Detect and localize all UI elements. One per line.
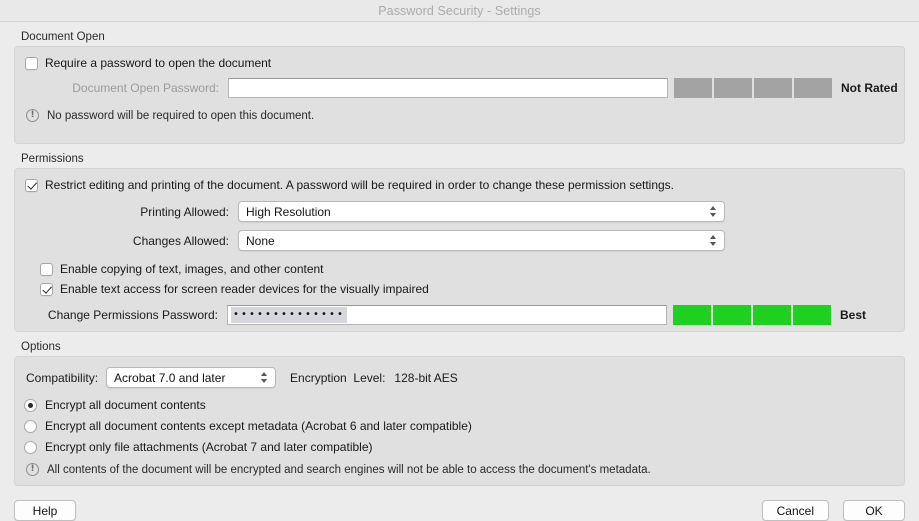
options-group-label: Options — [21, 341, 61, 353]
password-masked-value: •••••••••••••• — [231, 307, 347, 323]
strength-block — [794, 78, 832, 98]
document-open-strength-meter — [674, 78, 832, 98]
document-open-group: Require a password to open the document … — [14, 46, 905, 144]
printing-allowed-label: Printing Allowed: — [140, 204, 229, 219]
radio-encrypt-attachments-only-button[interactable] — [24, 440, 37, 454]
radio-encrypt-except-metadata-button[interactable] — [24, 419, 37, 433]
exclamation-circle-icon: ! — [26, 463, 39, 476]
printing-allowed-value: High Resolution — [246, 204, 331, 219]
restrict-editing-row[interactable]: Restrict editing and printing of the doc… — [15, 169, 904, 192]
permissions-group: Restrict editing and printing of the doc… — [14, 168, 905, 332]
document-open-warning-text: No password will be required to open thi… — [47, 109, 315, 122]
changes-allowed-label: Changes Allowed: — [132, 233, 229, 248]
strength-block — [674, 78, 712, 98]
document-open-password-label: Document Open Password: — [72, 81, 219, 95]
document-open-password-input[interactable] — [228, 78, 668, 98]
compatibility-label: Compatibility: — [26, 370, 99, 385]
changes-allowed-select[interactable]: None — [238, 230, 725, 251]
encryption-level-value: 128-bit AES — [394, 370, 458, 385]
footer-actions: Cancel OK — [761, 500, 905, 521]
strength-block — [714, 78, 752, 98]
screen-reader-label: Enable text access for screen reader dev… — [60, 282, 429, 296]
compatibility-value: Acrobat 7.0 and later — [114, 370, 226, 385]
change-permissions-password-row: Change Permissions Password: •••••••••••… — [15, 296, 904, 325]
compatibility-row: Compatibility: Acrobat 7.0 and later Enc… — [15, 357, 904, 388]
help-button[interactable]: Help — [14, 500, 76, 521]
enable-copying-row[interactable]: Enable copying of text, images, and othe… — [15, 251, 904, 276]
strength-block — [713, 305, 751, 325]
chevron-updown-icon[interactable] — [708, 204, 717, 219]
printing-allowed-row: Printing Allowed: High Resolution — [15, 192, 904, 222]
options-group: Compatibility: Acrobat 7.0 and later Enc… — [14, 356, 905, 486]
enable-copying-checkbox[interactable] — [40, 262, 53, 276]
strength-block — [754, 78, 792, 98]
radio-encrypt-attachments-only[interactable]: Encrypt only file attachments (Acrobat 7… — [15, 433, 904, 454]
document-open-password-row: Document Open Password: Not Rated — [15, 70, 904, 98]
strength-block — [753, 305, 791, 325]
encryption-level-label: Encryption Level: — [290, 370, 386, 385]
radio-encrypt-except-metadata-label: Encrypt all document contents except met… — [45, 419, 472, 433]
window-title: Password Security - Settings — [378, 3, 541, 18]
permissions-strength-label: Best — [840, 308, 867, 322]
window-title-bar: Password Security - Settings — [0, 0, 919, 22]
permissions-group-label: Permissions — [21, 153, 84, 165]
require-password-checkbox[interactable] — [25, 56, 38, 70]
password-security-settings-dialog: Document Open Require a password to open… — [0, 22, 919, 521]
restrict-editing-label: Restrict editing and printing of the doc… — [45, 178, 675, 192]
change-permissions-password-input[interactable]: •••••••••••••• — [227, 305, 667, 325]
radio-encrypt-except-metadata[interactable]: Encrypt all document contents except met… — [15, 412, 904, 433]
require-password-row[interactable]: Require a password to open the document — [15, 47, 904, 70]
radio-encrypt-all-button[interactable] — [24, 398, 37, 412]
strength-block — [673, 305, 711, 325]
enable-copying-label: Enable copying of text, images, and othe… — [60, 262, 324, 276]
screen-reader-row[interactable]: Enable text access for screen reader dev… — [15, 276, 904, 296]
options-warning-text: All contents of the document will be enc… — [47, 463, 651, 476]
exclamation-circle-icon: ! — [26, 109, 39, 122]
compatibility-select[interactable]: Acrobat 7.0 and later — [106, 367, 277, 388]
restrict-editing-checkbox[interactable] — [25, 178, 38, 192]
change-permissions-password-label: Change Permissions Password: — [47, 308, 218, 322]
radio-encrypt-all-label: Encrypt all document contents — [45, 398, 206, 412]
changes-allowed-value: None — [246, 233, 275, 248]
radio-encrypt-attachments-only-label: Encrypt only file attachments (Acrobat 7… — [45, 440, 373, 454]
printing-allowed-select[interactable]: High Resolution — [238, 201, 725, 222]
document-open-group-label: Document Open — [21, 31, 105, 43]
radio-encrypt-all[interactable]: Encrypt all document contents — [15, 388, 904, 412]
strength-block — [793, 305, 831, 325]
changes-allowed-row: Changes Allowed: None — [15, 222, 904, 251]
screen-reader-checkbox[interactable] — [40, 282, 53, 296]
document-open-warning: ! No password will be required to open t… — [15, 98, 904, 122]
options-warning: ! All contents of the document will be e… — [15, 454, 904, 476]
permissions-strength-meter — [673, 305, 831, 325]
ok-button[interactable]: OK — [843, 500, 905, 521]
cancel-button[interactable]: Cancel — [761, 500, 829, 521]
chevron-updown-icon[interactable] — [259, 370, 268, 385]
require-password-label: Require a password to open the document — [45, 56, 272, 70]
document-open-strength-label: Not Rated — [841, 81, 898, 95]
help-button-label[interactable]: Help — [14, 500, 76, 521]
chevron-updown-icon[interactable] — [708, 233, 717, 248]
